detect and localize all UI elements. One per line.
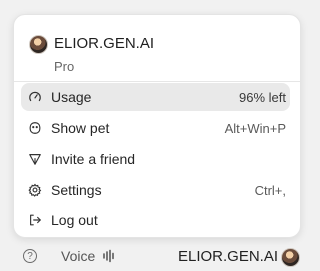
footer-account-name[interactable]: ELIOR.GEN.AI [178, 248, 278, 265]
menu-item-logout[interactable]: Log out [21, 206, 290, 234]
menu-item-label: Settings [51, 182, 102, 198]
menu-item-label: Usage [51, 89, 92, 105]
voice-waveform-icon[interactable] [102, 249, 116, 263]
divider [14, 81, 300, 82]
avatar[interactable] [281, 248, 300, 267]
help-icon[interactable]: ? [23, 249, 37, 263]
logout-icon [27, 212, 43, 228]
menu-item-invite[interactable]: Invite a friend [21, 145, 290, 173]
menu-item-settings[interactable]: Settings Ctrl+, [21, 176, 290, 204]
pet-icon [27, 120, 43, 136]
menu-item-label: Log out [51, 212, 98, 228]
usage-remaining: 96% left [239, 89, 286, 105]
gear-icon [27, 182, 43, 198]
menu-item-label: Invite a friend [51, 151, 136, 167]
shortcut-hint: Ctrl+, [254, 182, 286, 198]
menu-item-usage[interactable]: Usage 96% left [21, 83, 290, 111]
account-plan: Pro [54, 59, 75, 74]
menu-item-show-pet[interactable]: Show pet Alt+Win+P [21, 114, 290, 142]
account-menu: ELIOR.GEN.AI Pro Usage 96% left Show pet… [13, 14, 301, 238]
menu-item-label: Show pet [51, 120, 110, 136]
voice-button[interactable]: Voice [61, 248, 95, 264]
shortcut-hint: Alt+Win+P [224, 120, 286, 136]
send-icon [27, 151, 43, 167]
account-name: ELIOR.GEN.AI [54, 35, 155, 52]
bottom-bar: ? Voice ELIOR.GEN.AI [0, 247, 301, 271]
avatar [29, 35, 48, 54]
gauge-icon [27, 89, 43, 105]
